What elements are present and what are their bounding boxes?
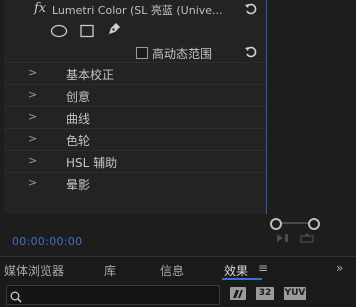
section-label: HSL 辅助 bbox=[66, 156, 118, 170]
section-creative[interactable]: > 创意 bbox=[4, 84, 266, 106]
effect-controls-panel: fx Lumetri Color (SL 亮蓝 (Unive... 高动态范围 bbox=[4, 0, 266, 214]
active-tab-indicator bbox=[222, 278, 262, 280]
panel-tab-strip: 媒体浏览器 库 信息 效果 ≡ » bbox=[0, 256, 356, 281]
section-label: 色轮 bbox=[66, 134, 91, 148]
section-label: 创意 bbox=[66, 90, 91, 104]
section-label: 曲线 bbox=[66, 112, 91, 126]
chevron-right-icon[interactable]: > bbox=[28, 176, 37, 189]
chevron-right-icon[interactable]: > bbox=[28, 154, 37, 167]
reset-icon[interactable] bbox=[244, 45, 258, 59]
section-basic-correction[interactable]: > 基本校正 bbox=[4, 62, 266, 84]
hdr-checkbox-label: 高动态范围 bbox=[152, 47, 213, 61]
tab-effects[interactable]: 效果 bbox=[224, 262, 248, 279]
section-label: 基本校正 bbox=[66, 68, 115, 82]
fx-icon[interactable]: fx bbox=[34, 1, 46, 16]
effect-name: Lumetri Color (SL 亮蓝 (Unive... bbox=[52, 4, 223, 17]
reset-icon[interactable] bbox=[244, 2, 258, 16]
rectangle-mask-icon[interactable] bbox=[80, 23, 94, 42]
timecode[interactable]: 00:00:00:00 bbox=[12, 235, 82, 248]
effects-search-row: 32 YUV bbox=[0, 282, 356, 306]
chevron-right-icon[interactable]: > bbox=[28, 66, 37, 79]
zoom-handle-right[interactable] bbox=[308, 218, 320, 230]
tab-libraries[interactable]: 库 bbox=[104, 262, 116, 279]
pen-mask-icon[interactable] bbox=[106, 21, 122, 41]
hdr-row: 高动态范围 bbox=[4, 42, 266, 64]
section-vignette[interactable]: > 晕影 bbox=[4, 172, 266, 194]
play-audio-icon[interactable] bbox=[276, 233, 290, 246]
more-panels-icon[interactable]: » bbox=[336, 261, 343, 275]
playhead-line bbox=[266, 0, 267, 214]
hdr-checkbox[interactable] bbox=[136, 47, 148, 59]
section-hsl-secondary[interactable]: > HSL 辅助 bbox=[4, 150, 266, 172]
chevron-right-icon[interactable]: > bbox=[28, 88, 37, 101]
32-bit-badge[interactable]: 32 bbox=[256, 287, 274, 300]
section-list: > 基本校正 > 创意 > 曲线 > 色轮 > HSL 辅助 > 晕影 bbox=[4, 62, 266, 194]
effects-search-input[interactable] bbox=[6, 285, 220, 305]
mask-tools bbox=[4, 20, 204, 42]
export-icon[interactable] bbox=[300, 233, 314, 246]
accelerated-effects-icon[interactable] bbox=[230, 287, 246, 300]
tab-info[interactable]: 信息 bbox=[160, 262, 184, 279]
app-frame: fx Lumetri Color (SL 亮蓝 (Unive... 高动态范围 bbox=[0, 0, 356, 306]
yuv-badge[interactable]: YUV bbox=[284, 287, 306, 300]
zoom-handle-left[interactable] bbox=[270, 218, 282, 230]
effect-header[interactable]: fx Lumetri Color (SL 亮蓝 (Unive... bbox=[4, 0, 266, 18]
effect-timeline-panel bbox=[266, 0, 356, 250]
tab-media-browser[interactable]: 媒体浏览器 bbox=[4, 262, 64, 279]
section-curves[interactable]: > 曲线 bbox=[4, 106, 266, 128]
ellipse-mask-icon[interactable] bbox=[50, 23, 68, 42]
search-icon bbox=[10, 288, 22, 307]
section-color-wheels[interactable]: > 色轮 bbox=[4, 128, 266, 150]
chevron-right-icon[interactable]: > bbox=[28, 110, 37, 123]
section-label: 晕影 bbox=[66, 178, 91, 192]
panel-menu-icon[interactable]: ≡ bbox=[258, 261, 268, 275]
chevron-right-icon[interactable]: > bbox=[28, 132, 37, 145]
